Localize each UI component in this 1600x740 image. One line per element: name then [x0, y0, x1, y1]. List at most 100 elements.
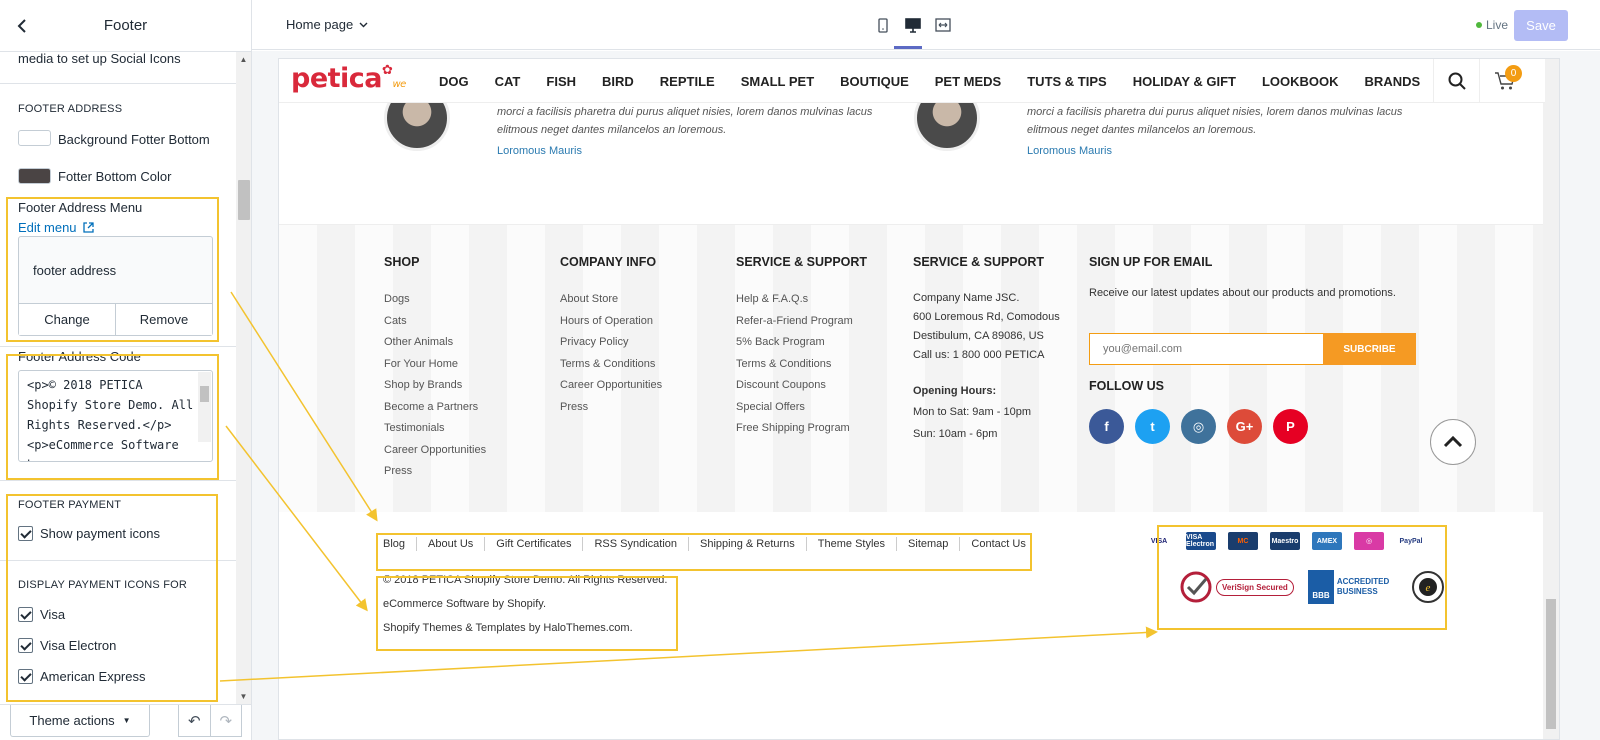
- subscribe-button[interactable]: SUBCRIBE: [1323, 333, 1416, 365]
- footer-link[interactable]: Career Opportunities: [384, 440, 486, 462]
- undo-icon[interactable]: ↶: [179, 705, 211, 736]
- footer-link[interactable]: 5% Back Program: [736, 332, 867, 354]
- divider: [0, 480, 236, 481]
- footer-bottom-link[interactable]: Sitemap: [896, 537, 959, 551]
- redo-icon[interactable]: ↷: [211, 705, 242, 736]
- pinterest-icon[interactable]: P: [1273, 409, 1308, 444]
- footer-link[interactable]: For Your Home: [384, 354, 486, 376]
- footer-link[interactable]: Shop by Brands: [384, 375, 486, 397]
- store-logo[interactable]: petica✿we: [291, 63, 406, 94]
- store-nav-item[interactable]: REPTILE: [660, 74, 715, 89]
- store-nav-item[interactable]: CAT: [495, 74, 521, 89]
- sidebar-scroll-thumb[interactable]: [238, 180, 250, 220]
- remove-menu-button[interactable]: Remove: [116, 304, 212, 335]
- footer-link[interactable]: Other Animals: [384, 332, 486, 354]
- footer-link[interactable]: Testimonials: [384, 418, 486, 440]
- store-nav-item[interactable]: FISH: [546, 74, 576, 89]
- textarea-scrollbar[interactable]: [198, 372, 211, 442]
- sidebar-scrollbar[interactable]: ▲ ▼: [236, 52, 251, 704]
- payment-option-row[interactable]: American Express: [18, 669, 145, 684]
- preview-scroll-thumb[interactable]: [1546, 599, 1556, 729]
- footer-bottom-link[interactable]: Shipping & Returns: [688, 537, 806, 551]
- page-selector[interactable]: Home page: [286, 17, 368, 32]
- footer-link[interactable]: Dogs: [384, 289, 486, 311]
- footer-bottom-link[interactable]: Blog: [379, 537, 416, 551]
- footer-link[interactable]: Discount Coupons: [736, 375, 867, 397]
- google-plus-icon[interactable]: G+: [1227, 409, 1262, 444]
- store-nav-item[interactable]: DOG: [439, 74, 469, 89]
- store-nav-item[interactable]: BIRD: [602, 74, 634, 89]
- store-nav-item[interactable]: BRANDS: [1365, 74, 1421, 89]
- preview-scrollbar[interactable]: [1543, 59, 1559, 739]
- save-button[interactable]: Save: [1514, 10, 1568, 41]
- twitter-icon[interactable]: t: [1135, 409, 1170, 444]
- footer-link[interactable]: Hours of Operation: [560, 311, 662, 333]
- instagram-icon[interactable]: ◎: [1181, 409, 1216, 444]
- bottom-color-swatch[interactable]: [18, 168, 51, 184]
- footer-link[interactable]: Refer-a-Friend Program: [736, 311, 867, 333]
- testimonial-author[interactable]: Loromous Mauris: [1027, 145, 1112, 157]
- footer-link[interactable]: Press: [560, 397, 662, 419]
- email-input[interactable]: [1089, 333, 1323, 365]
- cart-icon[interactable]: 0: [1479, 59, 1529, 103]
- store-nav-item[interactable]: TUTS & TIPS: [1027, 74, 1106, 89]
- footer-link[interactable]: Help & F.A.Q.s: [736, 289, 867, 311]
- visa-checkbox[interactable]: [18, 607, 33, 622]
- email-description: Receive our latest updates about our pro…: [1089, 287, 1396, 299]
- footer-bottom-link[interactable]: RSS Syndication: [582, 537, 688, 551]
- footer-bottom: Blog About Us Gift Certificates RSS Syndica…: [279, 512, 1545, 739]
- bbb-badge: BBB ACCREDITED BUSINESS: [1307, 570, 1397, 604]
- store-preview[interactable]: petica✿we DOG CAT FISH BIRD REPTILE SMALL PET…: [278, 58, 1560, 740]
- bg-bottom-color-swatch[interactable]: [18, 130, 51, 146]
- store-nav-item[interactable]: SMALL PET: [741, 74, 814, 89]
- footer-link[interactable]: Terms & Conditions: [560, 354, 662, 376]
- page-selector-label: Home page: [286, 17, 354, 32]
- footer-link[interactable]: Privacy Policy: [560, 332, 662, 354]
- sidebar-title: Footer: [103, 17, 148, 34]
- footer-link[interactable]: Cats: [384, 311, 486, 333]
- footer-link[interactable]: Special Offers: [736, 397, 867, 419]
- footer-bottom-link[interactable]: Contact Us: [959, 537, 1036, 551]
- search-icon[interactable]: [1433, 59, 1479, 103]
- show-payment-checkbox[interactable]: [18, 526, 33, 541]
- visa-electron-checkbox[interactable]: [18, 638, 33, 653]
- store-nav-item[interactable]: LOOKBOOK: [1262, 74, 1339, 89]
- footer-link[interactable]: Career Opportunities: [560, 375, 662, 397]
- fullscreen-view-icon[interactable]: [932, 14, 954, 36]
- payment-card-icon: AMEX: [1312, 532, 1342, 550]
- sidebar-settings-scroll[interactable]: media to set up Social Icons FOOTER ADDR…: [0, 52, 236, 704]
- trusted-seal-icon: e: [1411, 571, 1444, 603]
- address-code-textarea[interactable]: <p>© 2018 PETICA Shopify Store Demo. All…: [18, 370, 213, 462]
- footer-bottom-link[interactable]: Theme Styles: [805, 537, 896, 551]
- edit-menu-link[interactable]: Edit menu: [18, 220, 94, 235]
- desktop-view-icon[interactable]: [902, 14, 924, 36]
- footer-link[interactable]: Free Shipping Program: [736, 418, 867, 440]
- scroll-up-arrow-icon[interactable]: ▲: [239, 55, 248, 64]
- show-payment-checkbox-row[interactable]: Show payment icons: [18, 526, 160, 541]
- change-menu-button[interactable]: Change: [19, 304, 116, 335]
- theme-actions-button[interactable]: Theme actions ▼: [10, 705, 150, 737]
- bottom-color-label: Fotter Bottom Color: [58, 169, 172, 184]
- payment-card-icon: VISA: [1144, 532, 1174, 550]
- footer-link[interactable]: Press: [384, 461, 486, 483]
- footer-link[interactable]: Terms & Conditions: [736, 354, 867, 376]
- payment-option-row[interactable]: Visa: [18, 607, 65, 622]
- contact-line: Company Name JSC.: [913, 292, 1020, 304]
- footer-link[interactable]: Become a Partners: [384, 397, 486, 419]
- amex-checkbox[interactable]: [18, 669, 33, 684]
- footer-bottom-link[interactable]: About Us: [416, 537, 484, 551]
- testimonial-author[interactable]: Loromous Mauris: [497, 145, 582, 157]
- mobile-view-icon[interactable]: [872, 14, 894, 36]
- store-nav-item[interactable]: BOUTIQUE: [840, 74, 909, 89]
- facebook-icon[interactable]: f: [1089, 409, 1124, 444]
- bg-bottom-label: Background Fotter Bottom: [58, 132, 210, 147]
- store-nav-item[interactable]: HOLIDAY & GIFT: [1133, 74, 1236, 89]
- payment-option-row[interactable]: Visa Electron: [18, 638, 116, 653]
- store-nav-item[interactable]: PET MEDS: [935, 74, 1001, 89]
- footer-bottom-link[interactable]: Gift Certificates: [484, 537, 582, 551]
- trust-badges: VeriSign Secured BBB ACCREDITED BUSINESS…: [1179, 570, 1445, 604]
- back-chevron-icon[interactable]: [10, 14, 34, 38]
- back-to-top-button[interactable]: [1430, 419, 1476, 465]
- footer-link[interactable]: About Store: [560, 289, 662, 311]
- scroll-down-arrow-icon[interactable]: ▼: [239, 692, 248, 701]
